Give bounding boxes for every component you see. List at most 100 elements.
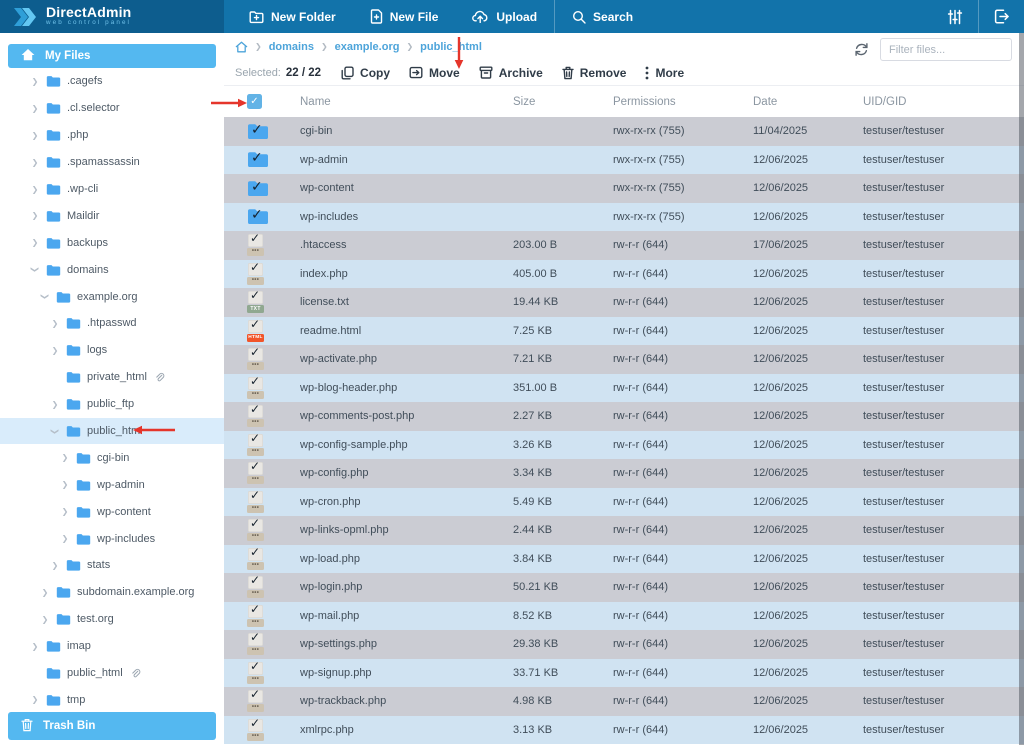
tree-item-private-html[interactable]: ❯private_html [0, 364, 224, 391]
table-row[interactable]: ✓ ••• wp-login.php 50.21 KB rw-r-r (644) 12/0… [224, 573, 1024, 602]
table-row[interactable]: ✓ ••• wp-config-sample.php 3.26 KB rw-r-r (6… [224, 430, 1024, 459]
row-select-cell[interactable]: ✓ [224, 178, 300, 197]
column-header-uid-gid[interactable]: UID/GID [863, 96, 1024, 108]
tree-item-spamassassin[interactable]: ❯ .spamassassin [0, 149, 224, 176]
chevron-right-icon[interactable]: ❯ [50, 319, 60, 328]
chevron-right-icon[interactable]: ❯ [30, 77, 40, 86]
table-row[interactable]: ✓ ••• wp-trackback.php 4.98 KB rw-r-r (644) 1… [224, 687, 1024, 716]
row-select-cell[interactable]: ✓ [224, 206, 300, 225]
tree-item-wp-cli[interactable]: ❯ .wp-cli [0, 176, 224, 203]
chevron-down-icon[interactable]: ❯ [31, 265, 40, 275]
row-select-cell[interactable]: ✓ ••• [224, 488, 300, 513]
filter-files-input[interactable] [880, 38, 1012, 61]
table-row[interactable]: ✓ ••• wp-cron.php 5.49 KB rw-r-r (644) 12/06/… [224, 487, 1024, 516]
tree-item-test-org[interactable]: ❯ test.org [0, 606, 224, 633]
chevron-right-icon[interactable]: ❯ [30, 104, 40, 113]
row-select-cell[interactable]: ✓ ••• [224, 459, 300, 485]
app-logo[interactable]: DirectAdmin web control panel [0, 0, 224, 33]
column-header-name[interactable]: Name [300, 96, 513, 108]
tree-item-htpasswd[interactable]: ❯ .htpasswd [0, 310, 224, 337]
table-row[interactable]: ✓ wp-content rwx-rx-rx (755) 12/06/2025 test… [224, 174, 1024, 203]
tree-item-subdomain-example-org[interactable]: ❯ subdomain.example.org [0, 579, 224, 606]
row-select-cell[interactable]: ✓ ••• [224, 402, 300, 428]
chevron-right-icon[interactable]: ❯ [50, 561, 60, 570]
table-row[interactable]: ✓ ••• wp-mail.php 8.52 KB rw-r-r (644) 12/06/… [224, 601, 1024, 630]
tree-item-wp-admin[interactable]: ❯ wp-admin [0, 471, 224, 498]
tree-item-tmp[interactable]: ❯ tmp [0, 686, 224, 713]
row-select-cell[interactable]: ✓ ••• [224, 374, 300, 399]
tree-item-domains[interactable]: ❯ domains [0, 256, 224, 283]
table-row[interactable]: ✓ ••• wp-links-opml.php 2.44 KB rw-r-r (644)… [224, 516, 1024, 545]
chevron-right-icon[interactable]: ❯ [30, 695, 40, 704]
table-row[interactable]: ✓ ••• wp-activate.php 7.21 KB rw-r-r (644) 12… [224, 345, 1024, 374]
logout-icon[interactable] [978, 0, 1024, 33]
tree-item-wp-includes[interactable]: ❯ wp-includes [0, 525, 224, 552]
tree-item-maildir[interactable]: ❯ Maildir [0, 202, 224, 229]
table-row[interactable]: ✓ ••• .htaccess 203.00 B rw-r-r (644) 17/06/2… [224, 231, 1024, 260]
row-select-cell[interactable]: ✓ HTML [224, 317, 300, 342]
chevron-right-icon[interactable]: ❯ [30, 642, 40, 651]
archive-button[interactable]: Archive [477, 66, 545, 80]
table-row[interactable]: ✓ ••• wp-signup.php 33.71 KB rw-r-r (644) 12/… [224, 658, 1024, 687]
breadcrumb-item-example-org[interactable]: example.org [335, 41, 400, 53]
row-select-cell[interactable]: ✓ ••• [224, 716, 300, 741]
chevron-right-icon[interactable]: ❯ [60, 480, 70, 489]
tree-item-cgi-bin[interactable]: ❯ cgi-bin [0, 444, 224, 471]
sidebar-item-trash-bin[interactable]: Trash Bin [8, 712, 216, 740]
row-select-cell[interactable]: ✓ [224, 121, 300, 140]
chevron-right-icon[interactable]: ❯ [40, 588, 50, 597]
tree-item-stats[interactable]: ❯ stats [0, 552, 224, 579]
tree-item-imap[interactable]: ❯ imap [0, 633, 224, 660]
row-select-cell[interactable]: ✓ [224, 149, 300, 168]
table-row[interactable]: ✓ ••• index.php 405.00 B rw-r-r (644) 12/06/2… [224, 259, 1024, 288]
settings-sliders-icon[interactable] [932, 0, 978, 33]
chevron-right-icon[interactable]: ❯ [40, 615, 50, 624]
row-select-cell[interactable]: ✓ ••• [224, 345, 300, 371]
row-select-cell[interactable]: ✓ ••• [224, 516, 300, 542]
tree-item-wp-content[interactable]: ❯ wp-content [0, 498, 224, 525]
chevron-right-icon[interactable]: ❯ [50, 400, 60, 409]
table-row[interactable]: ✓ wp-includes rwx-rx-rx (755) 12/06/2025 tes… [224, 202, 1024, 231]
tree-item-public-ftp[interactable]: ❯ public_ftp [0, 391, 224, 418]
move-button[interactable]: Move [407, 66, 462, 80]
chevron-right-icon[interactable]: ❯ [30, 185, 40, 194]
upload-button[interactable]: Upload [455, 0, 554, 33]
table-row[interactable]: ✓ ••• xmlrpc.php 3.13 KB rw-r-r (644) 12/06/2… [224, 715, 1024, 744]
table-row[interactable]: ✓ ••• wp-config.php 3.34 KB rw-r-r (644) 12/0… [224, 459, 1024, 488]
table-row[interactable]: ✓ ••• wp-comments-post.php 2.27 KB rw-r-r (6… [224, 402, 1024, 431]
tree-item-php[interactable]: ❯ .php [0, 122, 224, 149]
breadcrumb-item-domains[interactable]: domains [269, 41, 314, 53]
row-select-cell[interactable]: ✓ ••• [224, 602, 300, 627]
chevron-right-icon[interactable]: ❯ [50, 346, 60, 355]
chevron-down-icon[interactable]: ❯ [51, 426, 60, 436]
tree-item-public-html[interactable]: ❯public_html [0, 660, 224, 687]
chevron-right-icon[interactable]: ❯ [60, 534, 70, 543]
chevron-right-icon[interactable]: ❯ [30, 158, 40, 167]
chevron-right-icon[interactable]: ❯ [60, 453, 70, 462]
row-select-cell[interactable]: ✓ ••• [224, 687, 300, 713]
new-folder-button[interactable]: New Folder [232, 0, 353, 33]
refresh-icon[interactable] [854, 42, 869, 57]
more-button[interactable]: More [643, 66, 686, 80]
table-row[interactable]: ✓ ••• wp-settings.php 29.38 KB rw-r-r (644) 1… [224, 630, 1024, 659]
chevron-right-icon[interactable]: ❯ [60, 507, 70, 516]
row-select-cell[interactable]: ✓ ••• [224, 573, 300, 599]
column-header-date[interactable]: Date [753, 96, 863, 108]
column-header-permissions[interactable]: Permissions [613, 96, 753, 108]
tree-item-public-html[interactable]: ❯public_html [0, 417, 224, 445]
chevron-down-icon[interactable]: ❯ [41, 292, 50, 302]
table-row[interactable]: ✓ ••• wp-load.php 3.84 KB rw-r-r (644) 12/06/… [224, 544, 1024, 573]
new-file-button[interactable]: New File [353, 0, 456, 33]
row-select-cell[interactable]: ✓ ••• [224, 231, 300, 257]
row-select-cell[interactable]: ✓ TXT [224, 288, 300, 314]
tree-item-example-org[interactable]: ❯ example.org [0, 283, 224, 310]
chevron-right-icon[interactable]: ❯ [30, 211, 40, 220]
table-row[interactable]: ✓ wp-admin rwx-rx-rx (755) 12/06/2025 testus… [224, 145, 1024, 174]
table-row[interactable]: ✓ HTML readme.html 7.25 KB rw-r-r (644) 12/06… [224, 316, 1024, 345]
table-row[interactable]: ✓ cgi-bin rwx-rx-rx (755) 11/04/2025 testuse… [224, 117, 1024, 146]
column-header-size[interactable]: Size [513, 96, 613, 108]
row-select-cell[interactable]: ✓ ••• [224, 630, 300, 656]
breadcrumb-item-public-html[interactable]: public_html [420, 41, 482, 53]
tree-item-cl-selector[interactable]: ❯ .cl.selector [0, 95, 224, 122]
row-select-cell[interactable]: ✓ ••• [224, 260, 300, 285]
